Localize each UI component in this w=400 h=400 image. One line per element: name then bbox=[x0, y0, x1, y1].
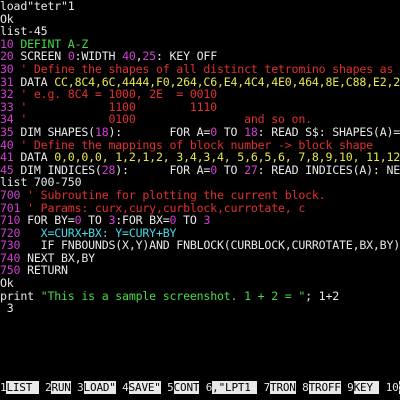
terminal-line: 750 RETURN bbox=[0, 264, 400, 277]
softkey-label[interactable]: SAVE" bbox=[128, 381, 161, 394]
line-segment: RETURN bbox=[27, 263, 68, 278]
softkey-label[interactable]: CONT bbox=[173, 381, 199, 394]
line-segment: "This is a sample screenshot. 1 + 2 = " bbox=[40, 288, 306, 303]
softkey-label[interactable]: TRON bbox=[270, 381, 296, 394]
line-segment: ; 1+2 bbox=[305, 288, 340, 303]
softkey-label[interactable]: LIST bbox=[6, 381, 39, 394]
softkey-number: 10 bbox=[385, 381, 399, 394]
line-segment: TO bbox=[216, 162, 245, 177]
function-key-bar: 1LIST 2RUN 3LOAD" 4SAVE" 5CONT 6,"LPT1 7… bbox=[0, 381, 400, 395]
terminal-output: load"tetr"1 Ok list-45 10 DEFINT A-Z 20 SCRE… bbox=[0, 0, 400, 315]
line-segment: ): FOR A= bbox=[115, 162, 211, 177]
softkey-label[interactable]: ,"LPT1 bbox=[212, 381, 258, 394]
terminal-line: 3 bbox=[0, 302, 400, 315]
softkey-label[interactable]: TROFF bbox=[308, 381, 341, 394]
line-segment: TO bbox=[176, 213, 204, 228]
softkey-number: 8 bbox=[302, 381, 309, 394]
softkey-number: 4 bbox=[122, 381, 129, 394]
line-segment: 3 bbox=[203, 213, 211, 228]
line-segment: 3 bbox=[0, 301, 14, 316]
basic-terminal-screen[interactable]: load"tetr"1 Ok list-45 10 DEFINT A-Z 20 SCRE… bbox=[0, 0, 400, 400]
softkey-label[interactable]: LOAD" bbox=[83, 381, 116, 394]
line-segment: 28 bbox=[101, 162, 116, 177]
terminal-line: load"tetr"1 bbox=[0, 0, 400, 13]
softkey-number: 5 bbox=[167, 381, 174, 394]
terminal-line: Ok bbox=[0, 12, 400, 26]
softkey-label[interactable]: KEY bbox=[353, 381, 380, 394]
softkey-number: 9 bbox=[347, 381, 354, 394]
softkey-label[interactable]: RUN bbox=[51, 381, 71, 394]
line-segment: : READ INDICES(A): NEXT bbox=[257, 162, 400, 177]
terminal-line: print "This is a sample screenshot. 1 + … bbox=[0, 288, 400, 303]
softkey-number: 3 bbox=[77, 381, 84, 394]
line-segment: 0 bbox=[210, 162, 217, 177]
line-segment: 27 bbox=[244, 162, 258, 177]
